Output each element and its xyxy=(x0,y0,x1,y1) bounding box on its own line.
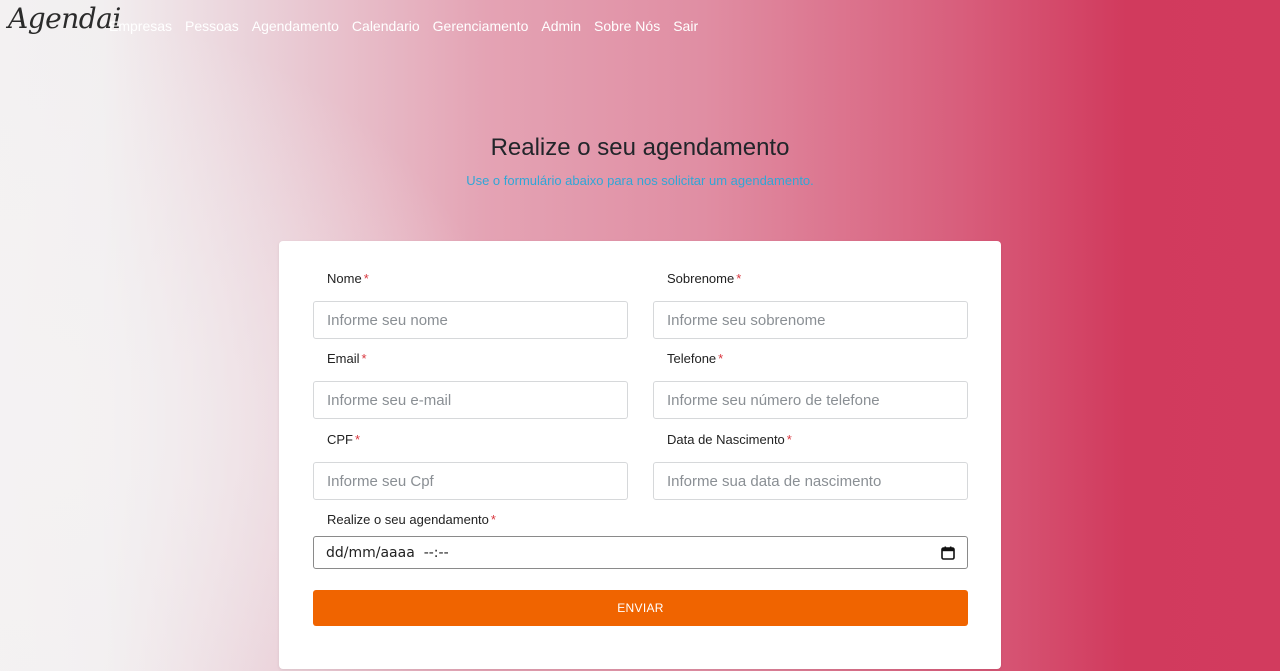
label-text: Data de Nascimento xyxy=(667,432,785,447)
label-text: Email xyxy=(327,351,360,366)
nav-links: Empresas Pessoas Agendamento Calendario … xyxy=(109,18,711,34)
page-title: Realize o seu agendamento xyxy=(490,134,790,161)
nav-link-sair[interactable]: Sair xyxy=(673,18,698,34)
field-nome: Nome * xyxy=(313,270,628,339)
required-mark: * xyxy=(718,351,724,366)
required-mark: * xyxy=(736,271,742,286)
nav-link-empresas[interactable]: Empresas xyxy=(109,18,172,34)
field-label: Nome * xyxy=(313,270,628,288)
calendar-icon[interactable] xyxy=(941,546,955,560)
required-mark: * xyxy=(355,432,361,447)
required-mark: * xyxy=(490,512,496,527)
required-mark: * xyxy=(786,432,792,447)
field-label: CPF * xyxy=(313,431,628,449)
top-navbar: Agendai Empresas Pessoas Agendamento Cal… xyxy=(0,0,1280,52)
field-label: Telefone * xyxy=(653,350,968,368)
telefone-input[interactable] xyxy=(653,381,968,419)
nav-link-agendamento[interactable]: Agendamento xyxy=(252,18,339,34)
label-text: Realize o seu agendamento xyxy=(327,512,489,527)
nav-link-admin[interactable]: Admin xyxy=(541,18,581,34)
nav-link-sobre-nos[interactable]: Sobre Nós xyxy=(594,18,660,34)
sobrenome-input[interactable] xyxy=(653,301,968,339)
label-text: Nome xyxy=(327,271,362,286)
nascimento-input[interactable] xyxy=(653,462,968,500)
nav-link-gerenciamento[interactable]: Gerenciamento xyxy=(433,18,529,34)
label-text: CPF xyxy=(327,432,353,447)
submit-button[interactable]: ENVIAR xyxy=(313,590,968,626)
field-email: Email * xyxy=(313,350,628,419)
cpf-input[interactable] xyxy=(313,462,628,500)
nome-input[interactable] xyxy=(313,301,628,339)
field-label: Realize o seu agendamento * xyxy=(313,511,968,529)
logo[interactable]: Agendai xyxy=(8,2,121,35)
nav-link-calendario[interactable]: Calendario xyxy=(352,18,420,34)
email-input[interactable] xyxy=(313,381,628,419)
field-telefone: Telefone * xyxy=(653,350,968,419)
page-subtitle: Use o formulário abaixo para nos solicit… xyxy=(466,173,814,188)
nav-link-pessoas[interactable]: Pessoas xyxy=(185,18,239,34)
field-label: Email * xyxy=(313,350,628,368)
field-label: Data de Nascimento * xyxy=(653,431,968,449)
label-text: Sobrenome xyxy=(667,271,735,286)
agendamento-datetime-input[interactable]: dd/mm/aaaa --:-- xyxy=(313,536,968,569)
form-card: Nome* Sobrenome* Email* Telefone* CPF* D… xyxy=(279,241,1001,669)
field-sobrenome: Sobrenome * xyxy=(653,270,968,339)
label-text: Telefone xyxy=(667,351,717,366)
field-label: Sobrenome * xyxy=(653,270,968,288)
field-agendamento: Realize o seu agendamento * dd/mm/aaaa --… xyxy=(313,511,968,569)
datetime-placeholder: dd/mm/aaaa --:-- xyxy=(326,544,449,561)
field-cpf: CPF * xyxy=(313,431,628,500)
required-mark: * xyxy=(361,351,367,366)
required-mark: * xyxy=(363,271,369,286)
field-nascimento: Data de Nascimento * xyxy=(653,431,968,500)
